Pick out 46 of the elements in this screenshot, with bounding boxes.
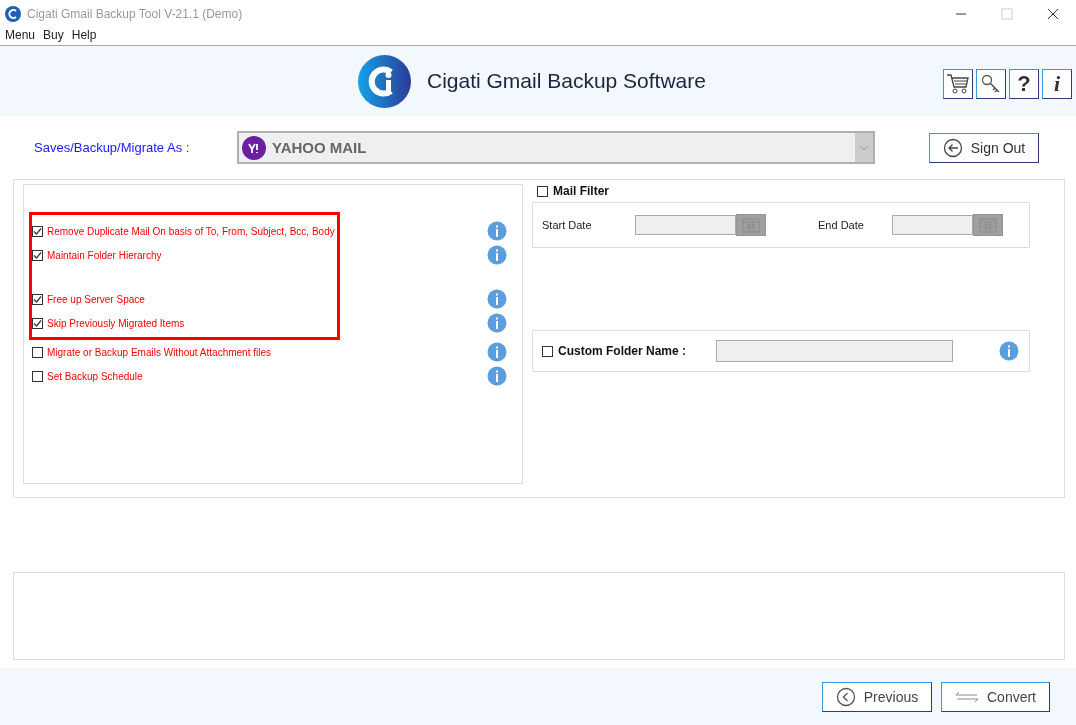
end-date-field[interactable] (892, 215, 973, 235)
checkbox[interactable] (32, 225, 43, 237)
option-label: Set Backup Schedule (47, 370, 143, 382)
cart-button[interactable] (943, 69, 973, 99)
checkbox[interactable] (32, 346, 43, 358)
window-title: Cigati Gmail Backup Tool V-21.1 (Demo) (27, 7, 243, 21)
brand-logo-icon (358, 54, 411, 108)
start-date-label: Start Date (542, 219, 593, 231)
option-label: Remove Duplicate Mail On basis of To, From, Subject, Bcc, Body (47, 225, 335, 237)
save-as-dropdown[interactable]: YAHOO MAIL (237, 131, 875, 164)
menu-item[interactable]: Buy (43, 28, 64, 45)
previous-button[interactable]: Previous (822, 681, 932, 712)
custom-folder-label: Custom Folder Name : (558, 344, 686, 358)
info-icon[interactable] (487, 313, 507, 333)
menu-item[interactable]: Menu (5, 28, 36, 45)
option-label: Free up Server Space (47, 293, 145, 305)
start-date-field[interactable] (635, 215, 736, 235)
info-icon[interactable] (487, 289, 507, 309)
custom-folder-field[interactable] (716, 340, 953, 362)
option-label: Migrate or Backup Emails Without Attachment files (47, 346, 271, 358)
mail-filter-label: Mail Filter (553, 184, 609, 198)
app-logo-icon (5, 6, 21, 22)
sign-out-icon (942, 137, 963, 158)
save-as-label: Saves/Backup/Migrate As : (34, 140, 191, 155)
end-date-label: End Date (818, 219, 865, 231)
yahoo-icon (242, 135, 266, 160)
info-icon[interactable] (999, 341, 1019, 361)
info-icon[interactable] (487, 342, 507, 362)
checkbox[interactable] (542, 345, 553, 357)
sign-out-button[interactable]: Sign Out (929, 132, 1039, 163)
convert-button[interactable]: Convert (941, 681, 1050, 712)
checkbox[interactable] (32, 293, 43, 305)
info-icon[interactable] (487, 221, 507, 241)
info-button[interactable]: i (1042, 69, 1072, 99)
option-label: Skip Previously Migrated Items (47, 317, 185, 329)
checkbox[interactable] (32, 370, 43, 382)
app-title: Cigati Gmail Backup Software (427, 69, 706, 93)
key-button[interactable] (976, 69, 1006, 99)
info-icon[interactable] (487, 245, 507, 265)
checkbox[interactable] (32, 249, 43, 261)
option-label: Maintain Folder Hierarchy (47, 249, 162, 261)
checkbox[interactable] (537, 185, 548, 197)
help-button[interactable]: ? (1009, 69, 1039, 99)
checkbox[interactable] (32, 317, 43, 329)
menu-item[interactable]: Help (71, 28, 97, 45)
info-icon[interactable] (487, 366, 507, 386)
